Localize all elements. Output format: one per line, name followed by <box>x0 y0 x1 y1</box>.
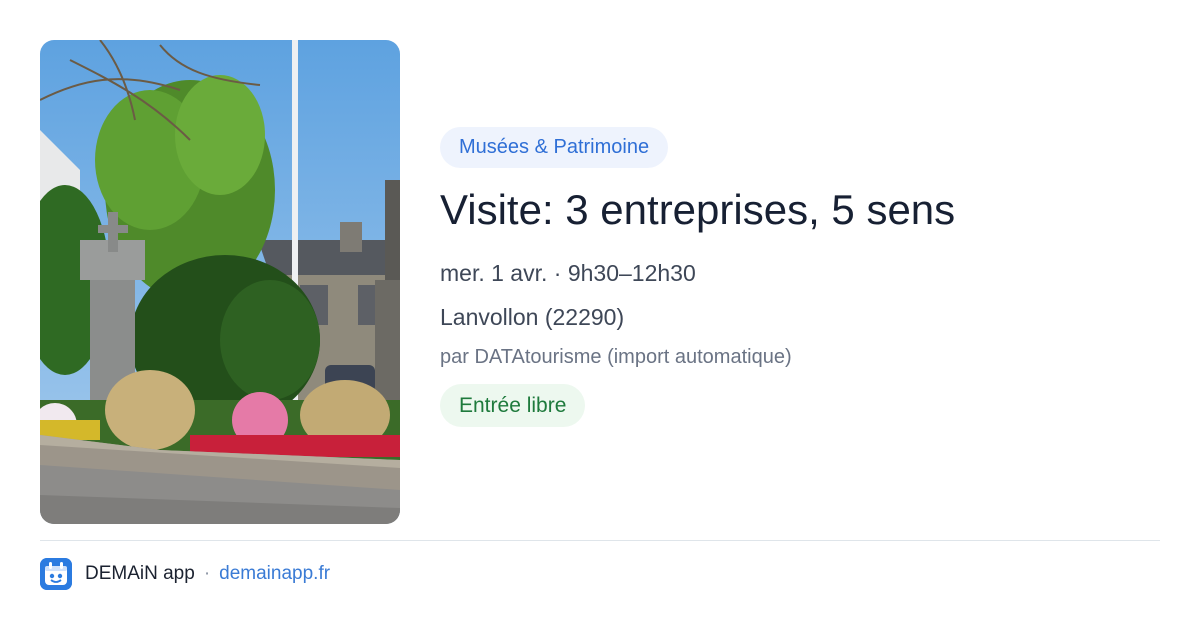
price-badge: Entrée libre <box>440 384 586 427</box>
footer: DEMAiN app · demainapp.fr <box>40 558 330 590</box>
event-organizer: par DATAtourisme (import automatique) <box>440 346 792 368</box>
category-badge[interactable]: Musées & Patrimoine <box>440 127 669 168</box>
event-photo <box>40 40 400 524</box>
app-name: DEMAiN app <box>85 563 195 584</box>
event-title: Visite: 3 entreprises, 5 sens <box>440 186 956 233</box>
app-url-link[interactable]: demainapp.fr <box>219 563 330 585</box>
event-card[interactable]: Musées & Patrimoine Visite: 3 entreprise… <box>40 40 1160 524</box>
footer-divider <box>40 540 1160 541</box>
footer-separator: · <box>203 563 211 584</box>
event-date-time: mer. 1 avr. · 9h30–12h30 <box>440 260 696 286</box>
event-info: Musées & Patrimoine Visite: 3 entreprise… <box>440 127 1140 427</box>
event-location: Lanvollon (22290) <box>440 304 625 330</box>
demain-app-logo-icon <box>40 558 72 590</box>
